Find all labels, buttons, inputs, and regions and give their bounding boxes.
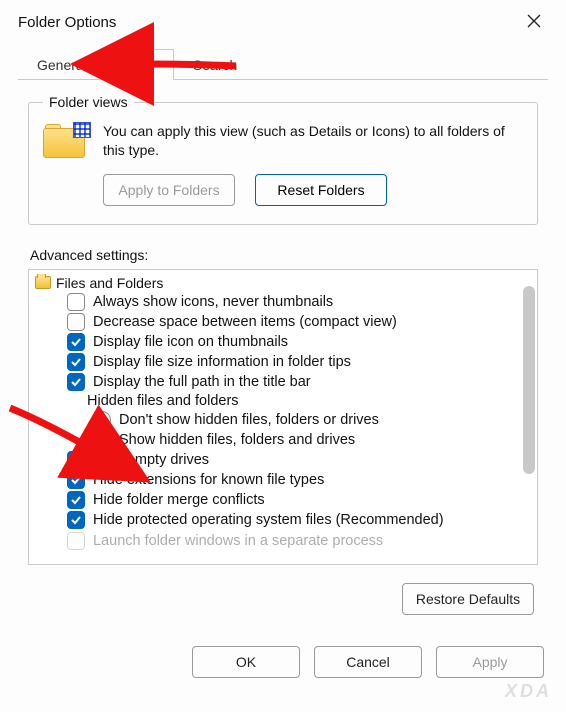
tree-item[interactable]: Decrease space between items (compact vi… — [35, 312, 531, 332]
tab-strip: General View Search — [18, 48, 548, 80]
radio-icon[interactable] — [93, 411, 111, 429]
folder-icon — [43, 122, 87, 160]
tree-item[interactable]: Hide empty drives — [35, 450, 531, 470]
checkbox-icon[interactable] — [67, 532, 85, 550]
tab-search[interactable]: Search — [174, 49, 256, 80]
tree-root-label: Files and Folders — [56, 275, 163, 291]
apply-to-folders-button[interactable]: Apply to Folders — [103, 174, 235, 206]
checkbox-icon[interactable] — [67, 491, 85, 509]
advanced-settings-label: Advanced settings: — [30, 247, 536, 263]
apply-button[interactable]: Apply — [436, 646, 544, 678]
tree-item-label: Display the full path in the title bar — [93, 374, 311, 390]
folder-views-group: Folder views You can apply this view (su… — [28, 94, 538, 225]
close-button[interactable] — [512, 7, 556, 37]
title-bar: Folder Options — [0, 0, 566, 38]
tree-item[interactable]: Don't show hidden files, folders or driv… — [35, 410, 531, 430]
tree-item-label: Hide extensions for known file types — [93, 472, 324, 488]
tree-item[interactable]: Display file icon on thumbnails — [35, 332, 531, 352]
tree-item[interactable]: Always show icons, never thumbnails — [35, 292, 531, 312]
folder-views-legend: Folder views — [43, 94, 134, 110]
folder-views-description: You can apply this view (such as Details… — [103, 122, 523, 160]
scrollbar[interactable] — [523, 276, 535, 560]
scrollbar-thumb[interactable] — [523, 286, 535, 474]
dialog-footer: OK Cancel Apply — [0, 631, 566, 692]
restore-defaults-button[interactable]: Restore Defaults — [402, 583, 534, 615]
checkbox-icon[interactable] — [67, 353, 85, 371]
checkbox-icon[interactable] — [67, 313, 85, 331]
tree-item[interactable]: Show hidden files, folders and drives — [35, 430, 531, 450]
advanced-settings-tree[interactable]: Files and Folders Always show icons, nev… — [28, 269, 538, 565]
window-title: Folder Options — [18, 14, 116, 31]
tree-item[interactable]: Hide protected operating system files (R… — [35, 510, 531, 530]
tree-item-label: Don't show hidden files, folders or driv… — [119, 412, 379, 428]
tab-panel-view: Folder views You can apply this view (su… — [18, 80, 548, 631]
tree-item-label: Hide empty drives — [93, 452, 209, 468]
tree-item-label: Hide folder merge conflicts — [93, 492, 265, 508]
checkbox-icon[interactable] — [67, 373, 85, 391]
reset-folders-button[interactable]: Reset Folders — [255, 174, 387, 206]
checkbox-icon[interactable] — [67, 511, 85, 529]
tree-item-label: Always show icons, never thumbnails — [93, 294, 333, 310]
cancel-button[interactable]: Cancel — [314, 646, 422, 678]
tree-item-label: Hidden files and folders — [87, 393, 239, 409]
tab-general[interactable]: General — [18, 49, 106, 80]
tree-item-label: Show hidden files, folders and drives — [119, 432, 355, 448]
tree-item[interactable]: Hide folder merge conflicts — [35, 490, 531, 510]
folder-icon — [35, 276, 51, 289]
tree-item-label: Hide protected operating system files (R… — [93, 512, 444, 528]
tree-item[interactable]: Hide extensions for known file types — [35, 470, 531, 490]
checkbox-icon[interactable] — [67, 333, 85, 351]
tree-item[interactable]: Display the full path in the title bar — [35, 372, 531, 392]
checkbox-icon[interactable] — [67, 471, 85, 489]
radio-icon[interactable] — [93, 431, 111, 449]
checkbox-icon[interactable] — [67, 451, 85, 469]
tab-view[interactable]: View — [106, 49, 174, 80]
tree-item-label: Display file size information in folder … — [93, 354, 351, 370]
tree-item[interactable]: Display file size information in folder … — [35, 352, 531, 372]
checkbox-icon[interactable] — [67, 293, 85, 311]
tree-item-label: Display file icon on thumbnails — [93, 334, 288, 350]
tree-item-label: Decrease space between items (compact vi… — [93, 314, 397, 330]
tree-group-hidden-files: Hidden files and folders — [35, 392, 531, 410]
tree-root: Files and Folders — [35, 274, 531, 292]
tree-item-label: Launch folder windows in a separate proc… — [93, 533, 383, 549]
ok-button[interactable]: OK — [192, 646, 300, 678]
close-icon — [527, 14, 541, 31]
tree-item[interactable]: Launch folder windows in a separate proc… — [35, 531, 531, 551]
